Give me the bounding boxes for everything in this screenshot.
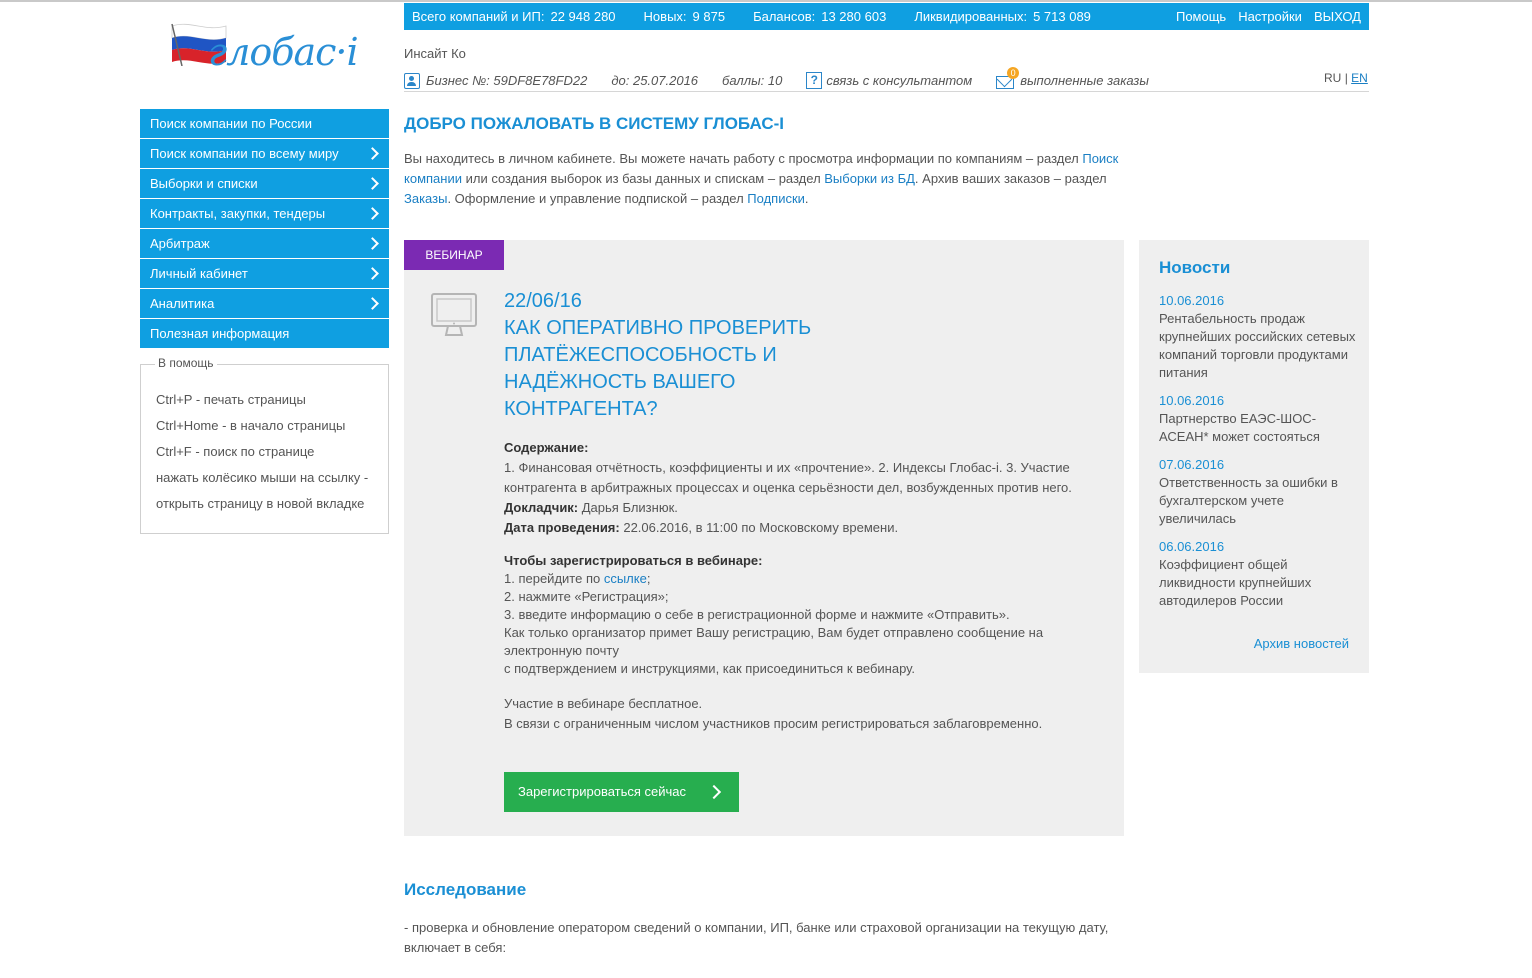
- help-box-title: В помощь: [155, 356, 217, 370]
- chevron-right-icon: [366, 147, 379, 160]
- menu-item-arbitration[interactable]: Арбитраж: [140, 229, 389, 258]
- top-border: [0, 0, 1532, 2]
- free-note: Участие в вебинаре бесплатное.: [504, 696, 703, 711]
- language-switcher: RU | EN: [1324, 71, 1368, 85]
- news-panel: Новости 10.06.2016 Рентабельность продаж…: [1139, 240, 1369, 673]
- help-box: В помощь Ctrl+P - печать страницы Ctrl+H…: [140, 356, 389, 534]
- speaker: Дарья Близнюк.: [578, 500, 678, 515]
- news-item[interactable]: 06.06.2016 Коэффициент общей ликвидности…: [1159, 538, 1359, 610]
- company-name: Инсайт Ко: [404, 46, 466, 61]
- news-text: Коэффициент общей ликвидности крупнейших…: [1159, 557, 1312, 608]
- news-archive-link[interactable]: Архив новостей: [1254, 636, 1349, 651]
- sidebar-menu: Поиск компании по России Поиск компании …: [140, 109, 389, 349]
- early-note: В связи с ограниченным числом участников…: [504, 716, 1043, 731]
- stat-total: Всего компаний и ИП: 22 948 280: [412, 9, 616, 24]
- news-date: 06.06.2016: [1159, 539, 1225, 554]
- register-link[interactable]: ссылке: [604, 571, 647, 586]
- news-item[interactable]: 07.06.2016 Ответственность за ошибки в б…: [1159, 456, 1359, 528]
- question-icon: ?: [806, 72, 823, 89]
- chevron-right-icon: [366, 267, 379, 280]
- menu-item-account[interactable]: Личный кабинет: [140, 259, 389, 288]
- webinar-title-block: 22/06/16 КАК ОПЕРАТИВНО ПРОВЕРИТЬ ПЛАТЁЖ…: [504, 288, 864, 423]
- step-3: 3. введите информацию о себе в регистрац…: [504, 607, 1010, 622]
- help-line: Ctrl+P - печать страницы: [156, 392, 306, 407]
- settings-link[interactable]: Настройки: [1238, 9, 1302, 24]
- page-title: ДОБРО ПОЖАЛОВАТЬ В СИСТЕМУ ГЛОБАС-I: [404, 114, 785, 133]
- link-db-selections[interactable]: Выборки из БД: [824, 171, 915, 186]
- lang-en[interactable]: EN: [1351, 71, 1368, 85]
- menu-item-analytics[interactable]: Аналитика: [140, 289, 389, 318]
- research-title: Исследование: [404, 880, 527, 899]
- logout-link[interactable]: ВЫХОД: [1314, 9, 1361, 24]
- user-info-line: Бизнес №: 59DF8E78FD22 до: 25.07.2016 ба…: [404, 67, 1149, 89]
- help-link[interactable]: Помощь: [1176, 9, 1226, 24]
- webinar-date: 22/06/16: [504, 290, 582, 312]
- user-icon: [404, 72, 420, 89]
- chevron-right-icon: [366, 207, 379, 220]
- intro-text: Вы находитесь в личном кабинете. Вы може…: [404, 151, 1119, 206]
- help-line: открыть страницу в новой вкладке: [156, 496, 365, 511]
- note-2: с подтверждением и инструкциями, как при…: [504, 661, 915, 676]
- chevron-right-icon: [706, 784, 722, 800]
- news-date: 07.06.2016: [1159, 457, 1225, 472]
- stat-balances: Балансов: 13 280 603: [753, 9, 887, 24]
- news-item[interactable]: 10.06.2016 Рентабельность продаж крупней…: [1159, 292, 1359, 382]
- link-orders[interactable]: Заказы: [404, 191, 447, 206]
- webinar-tag: ВЕБИНАР: [404, 240, 504, 270]
- chevron-right-icon: [366, 237, 379, 250]
- chevron-right-icon: [366, 177, 379, 190]
- step-2: 2. нажмите «Регистрация»;: [504, 589, 669, 604]
- header-divider: [404, 91, 1369, 92]
- news-item[interactable]: 10.06.2016 Партнерство ЕАЭС-ШОС-АСЕАН* м…: [1159, 392, 1359, 446]
- speaker-label: Докладчик:: [504, 500, 579, 515]
- link-subscriptions[interactable]: Подписки: [747, 191, 805, 206]
- menu-item-search-russia[interactable]: Поиск компании по России: [140, 109, 389, 138]
- stats-bar: Всего компаний и ИП: 22 948 280 Новых: 9 8…: [404, 3, 1369, 30]
- research-text: - проверка и обновление оператором сведе…: [404, 920, 1109, 955]
- menu-item-selections[interactable]: Выборки и списки: [140, 169, 389, 198]
- news-date: 10.06.2016: [1159, 393, 1225, 408]
- lang-ru[interactable]: RU: [1324, 71, 1341, 85]
- menu-item-useful-info[interactable]: Полезная информация: [140, 319, 389, 348]
- top-nav: Помощь Настройки ВЫХОД: [1164, 3, 1361, 30]
- note-1: Как только организатор примет Вашу регис…: [504, 625, 1044, 658]
- webinar-body: Содержание: 1. Финансовая отчётность, ко…: [504, 440, 1072, 731]
- webinar-card: ВЕБИНАР 22/06/16 КАК ОПЕРАТИВНО ПРОВЕРИТ…: [404, 240, 1124, 836]
- stat-new: Новых: 9 875: [643, 9, 726, 24]
- news-text: Ответственность за ошибки в бухгалтерско…: [1159, 475, 1338, 526]
- news-text: Партнерство ЕАЭС-ШОС-АСЕАН* может состоя…: [1159, 411, 1320, 444]
- logo-text: глобас·i: [208, 30, 359, 74]
- subscription-until: до: 25.07.2016: [611, 73, 699, 88]
- globas-logo[interactable]: глобас·i: [170, 20, 360, 76]
- register-now-button[interactable]: Зарегистрироваться сейчас: [504, 772, 739, 812]
- mail-badge: 0: [1007, 67, 1020, 79]
- date-text: 22.06.2016, в 11:00 по Московскому време…: [619, 520, 899, 535]
- stat-liquidated: Ликвидированных: 5 713 089: [914, 9, 1091, 24]
- help-line: Ctrl+F - поиск по странице: [156, 444, 315, 459]
- mail-icon: 0: [996, 67, 1020, 89]
- content-text: 1. Финансовая отчётность, коэффициенты и…: [504, 460, 1072, 495]
- chevron-right-icon: [366, 297, 379, 310]
- consultant-link[interactable]: ? связь с консультантом: [806, 72, 972, 89]
- news-date: 10.06.2016: [1159, 293, 1225, 308]
- register-label: Чтобы зарегистрироваться в вебинаре:: [504, 553, 763, 568]
- help-line: нажать колёсико мыши на ссылку -: [156, 470, 369, 485]
- orders-link[interactable]: 0 выполненные заказы: [996, 67, 1149, 89]
- news-text: Рентабельность продаж крупнейших российс…: [1159, 311, 1356, 380]
- points: баллы: 10: [722, 73, 783, 88]
- news-title: Новости: [1159, 258, 1231, 277]
- date-label: Дата проведения:: [504, 520, 620, 535]
- help-line: Ctrl+Home - в начало страницы: [156, 418, 346, 433]
- lang-separator: |: [1344, 71, 1348, 85]
- business-number: Бизнес №: 59DF8E78FD22: [426, 73, 588, 88]
- menu-item-contracts[interactable]: Контракты, закупки, тендеры: [140, 199, 389, 228]
- monitor-icon: [431, 293, 477, 336]
- content-label: Содержание:: [504, 440, 589, 455]
- menu-item-search-world[interactable]: Поиск компании по всему миру: [140, 139, 389, 168]
- webinar-title: КАК ОПЕРАТИВНО ПРОВЕРИТЬ ПЛАТЁЖЕСПОСОБНО…: [504, 317, 812, 420]
